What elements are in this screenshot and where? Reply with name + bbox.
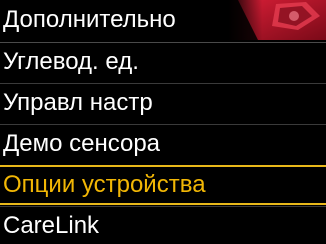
menu-title: Дополнительно bbox=[3, 6, 176, 33]
menu-item-label: Демо сенсора bbox=[3, 130, 161, 157]
menu-item-sensor-demo[interactable]: Демо сенсора bbox=[0, 124, 326, 164]
menu-item-carbs-units[interactable]: Углевод. ед. bbox=[0, 42, 326, 82]
menu-item-settings-management[interactable]: Управл настр bbox=[0, 83, 326, 123]
menu-item-device-options[interactable]: Опции устройства bbox=[0, 165, 326, 205]
device-screen: Дополнительно Углевод. ед. Управл настр … bbox=[0, 0, 326, 244]
menu-header: Дополнительно bbox=[0, 0, 326, 40]
header-device-artwork bbox=[228, 0, 326, 40]
menu-item-label: Углевод. ед. bbox=[3, 48, 139, 75]
menu-item-carelink[interactable]: CareLink bbox=[0, 206, 326, 244]
menu-item-label: Опции устройства bbox=[3, 171, 206, 198]
options-menu: Углевод. ед. Управл настр Демо сенсора О… bbox=[0, 42, 326, 244]
menu-item-label: Управл настр bbox=[3, 89, 153, 116]
menu-item-label: CareLink bbox=[3, 212, 100, 239]
